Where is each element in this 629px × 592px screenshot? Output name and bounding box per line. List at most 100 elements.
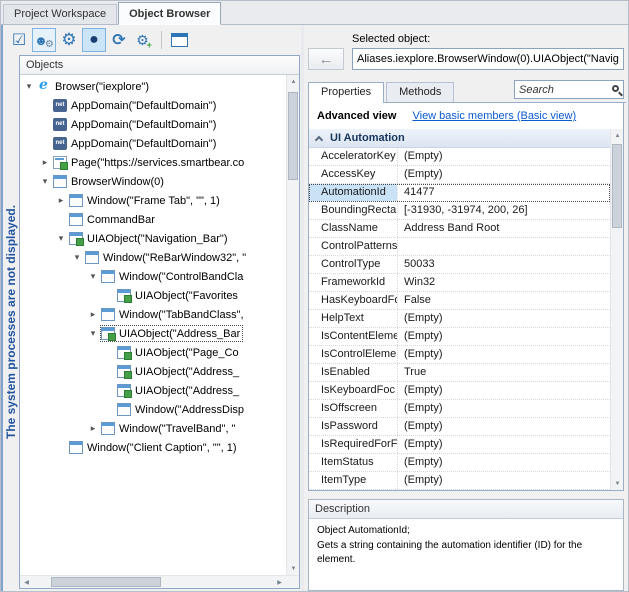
property-value[interactable]: 41477 <box>397 184 610 201</box>
show-object-window-icon[interactable] <box>167 28 191 52</box>
selected-object-input[interactable] <box>352 48 624 70</box>
tab-properties[interactable]: Properties <box>308 82 384 103</box>
property-row[interactable]: IsPassword (Empty) <box>309 418 610 436</box>
twisty-icon[interactable]: ▾ <box>54 233 68 244</box>
property-value[interactable]: False <box>397 292 610 309</box>
highlight-object-icon[interactable] <box>32 28 56 52</box>
search-input[interactable] <box>519 84 609 96</box>
twisty-icon[interactable]: ▾ <box>38 176 52 187</box>
property-row[interactable]: BoundingRecta [-31930, -31974, 200, 26] <box>309 202 610 220</box>
property-row[interactable]: FrameworkId Win32 <box>309 274 610 292</box>
tree-vscroll-track[interactable] <box>287 88 299 562</box>
property-value[interactable]: 50033 <box>397 256 610 273</box>
twisty-icon[interactable]: ▸ <box>86 309 100 320</box>
property-value[interactable]: (Empty) <box>397 436 610 453</box>
property-value[interactable]: (Empty) <box>397 472 610 489</box>
tree-item[interactable]: Window("AddressDisp <box>20 400 286 419</box>
twisty-icon[interactable]: ▸ <box>38 157 52 168</box>
twisty-icon[interactable]: ▸ <box>86 423 100 434</box>
property-row[interactable]: IsControlEleme (Empty) <box>309 346 610 364</box>
tree-item[interactable]: ▾ UIAObject("Navigation_Bar") <box>20 229 286 248</box>
property-value[interactable]: (Empty) <box>397 382 610 399</box>
property-row[interactable]: AcceleratorKey (Empty) <box>309 148 610 166</box>
tree-item[interactable]: AppDomain("DefaultDomain") <box>20 115 286 134</box>
tree-horizontal-scrollbar[interactable]: ◀ ▶ <box>20 575 299 588</box>
tree-item[interactable]: ▸ Window("TravelBand", " <box>20 419 286 438</box>
grid-vscroll-thumb[interactable] <box>612 144 622 228</box>
advanced-settings-icon[interactable] <box>132 28 156 52</box>
back-button[interactable]: ← <box>308 48 344 70</box>
tree-hscroll-track[interactable] <box>33 576 273 588</box>
collapse-chevron-icon[interactable] <box>315 135 323 143</box>
scroll-down-icon[interactable]: ▼ <box>611 477 623 490</box>
tree-item[interactable]: ▸ Window("Frame Tab", "", 1) <box>20 191 286 210</box>
property-row[interactable]: ItemType (Empty) <box>309 472 610 490</box>
tree-vertical-scrollbar[interactable]: ▲ ▼ <box>286 75 299 575</box>
tree-item[interactable]: ▾ UIAObject("Address_Bar <box>20 324 286 343</box>
search-icon[interactable] <box>612 85 619 92</box>
twisty-icon[interactable]: ▾ <box>22 81 36 92</box>
objects-column-header[interactable]: Objects <box>20 56 299 75</box>
point-and-fix-icon[interactable] <box>82 28 106 52</box>
tree-item[interactable]: UIAObject("Favorites <box>20 286 286 305</box>
tree-vscroll-thumb[interactable] <box>288 92 298 180</box>
property-row[interactable]: IsRequiredForF (Empty) <box>309 436 610 454</box>
tree-item[interactable]: ▾ BrowserWindow(0) <box>20 172 286 191</box>
property-value[interactable]: Address Band Root <box>397 220 610 237</box>
tree-item[interactable]: UIAObject("Address_ <box>20 381 286 400</box>
property-value[interactable]: True <box>397 364 610 381</box>
tree-item[interactable]: UIAObject("Address_ <box>20 362 286 381</box>
scroll-left-icon[interactable]: ◀ <box>20 576 33 589</box>
object-browser-settings-icon[interactable] <box>57 28 81 52</box>
tree-item[interactable]: ▾ Window("ReBarWindow32", " <box>20 248 286 267</box>
property-row[interactable]: ControlPatterns <box>309 238 610 256</box>
select-current-object-icon[interactable] <box>7 28 31 52</box>
tab-methods[interactable]: Methods <box>386 82 454 102</box>
twisty-icon[interactable]: ▸ <box>54 195 68 206</box>
property-value[interactable]: Win32 <box>397 274 610 291</box>
twisty-icon[interactable]: ▾ <box>86 328 100 339</box>
property-row[interactable]: HelpText (Empty) <box>309 310 610 328</box>
property-row[interactable]: IsContentEleme (Empty) <box>309 328 610 346</box>
property-row[interactable]: ItemStatus (Empty) <box>309 454 610 472</box>
scroll-down-icon[interactable]: ▼ <box>287 562 299 575</box>
grid-vscroll-track[interactable] <box>611 142 623 477</box>
property-value[interactable]: (Empty) <box>397 310 610 327</box>
tree-item[interactable]: ▸ Page("https://services.smartbear.co <box>20 153 286 172</box>
property-row[interactable]: IsEnabled True <box>309 364 610 382</box>
basic-view-link[interactable]: View basic members (Basic view) <box>412 110 576 122</box>
property-value[interactable] <box>397 238 610 255</box>
twisty-icon[interactable]: ▾ <box>86 271 100 282</box>
refresh-icon[interactable] <box>107 28 131 52</box>
property-row[interactable]: AutomationId 41477 <box>309 184 610 202</box>
property-value[interactable]: (Empty) <box>397 166 610 183</box>
tab-project-workspace[interactable]: Project Workspace <box>3 4 117 24</box>
tree-item[interactable]: UIAObject("Page_Co <box>20 343 286 362</box>
property-row[interactable]: AccessKey (Empty) <box>309 166 610 184</box>
property-value[interactable]: (Empty) <box>397 148 610 165</box>
category-header-ui-automation[interactable]: UI Automation <box>309 129 610 148</box>
tree-item[interactable]: CommandBar <box>20 210 286 229</box>
property-row[interactable]: ControlType 50033 <box>309 256 610 274</box>
scroll-up-icon[interactable]: ▲ <box>611 129 623 142</box>
tree-item[interactable]: Window("Client Caption", "", 1) <box>20 438 286 457</box>
property-row[interactable]: HasKeyboardFo False <box>309 292 610 310</box>
tree-item[interactable]: ▾ Browser("iexplore") <box>20 77 286 96</box>
property-value[interactable]: (Empty) <box>397 346 610 363</box>
property-value[interactable]: (Empty) <box>397 454 610 471</box>
grid-vertical-scrollbar[interactable]: ▲ ▼ <box>610 129 623 490</box>
tree-item[interactable]: AppDomain("DefaultDomain") <box>20 134 286 153</box>
property-value[interactable]: (Empty) <box>397 418 610 435</box>
tree-hscroll-thumb[interactable] <box>51 577 161 587</box>
scroll-up-icon[interactable]: ▲ <box>287 75 299 88</box>
twisty-icon[interactable]: ▾ <box>70 252 84 263</box>
scroll-right-icon[interactable]: ▶ <box>273 576 286 589</box>
property-value[interactable]: [-31930, -31974, 200, 26] <box>397 202 610 219</box>
property-row[interactable]: IsOffscreen (Empty) <box>309 400 610 418</box>
property-value[interactable]: (Empty) <box>397 328 610 345</box>
property-value[interactable]: (Empty) <box>397 400 610 417</box>
tab-object-browser[interactable]: Object Browser <box>118 2 221 25</box>
property-row[interactable]: ClassName Address Band Root <box>309 220 610 238</box>
property-row[interactable]: IsKeyboardFoc (Empty) <box>309 382 610 400</box>
tree-item[interactable]: ▾ Window("ControlBandCla <box>20 267 286 286</box>
